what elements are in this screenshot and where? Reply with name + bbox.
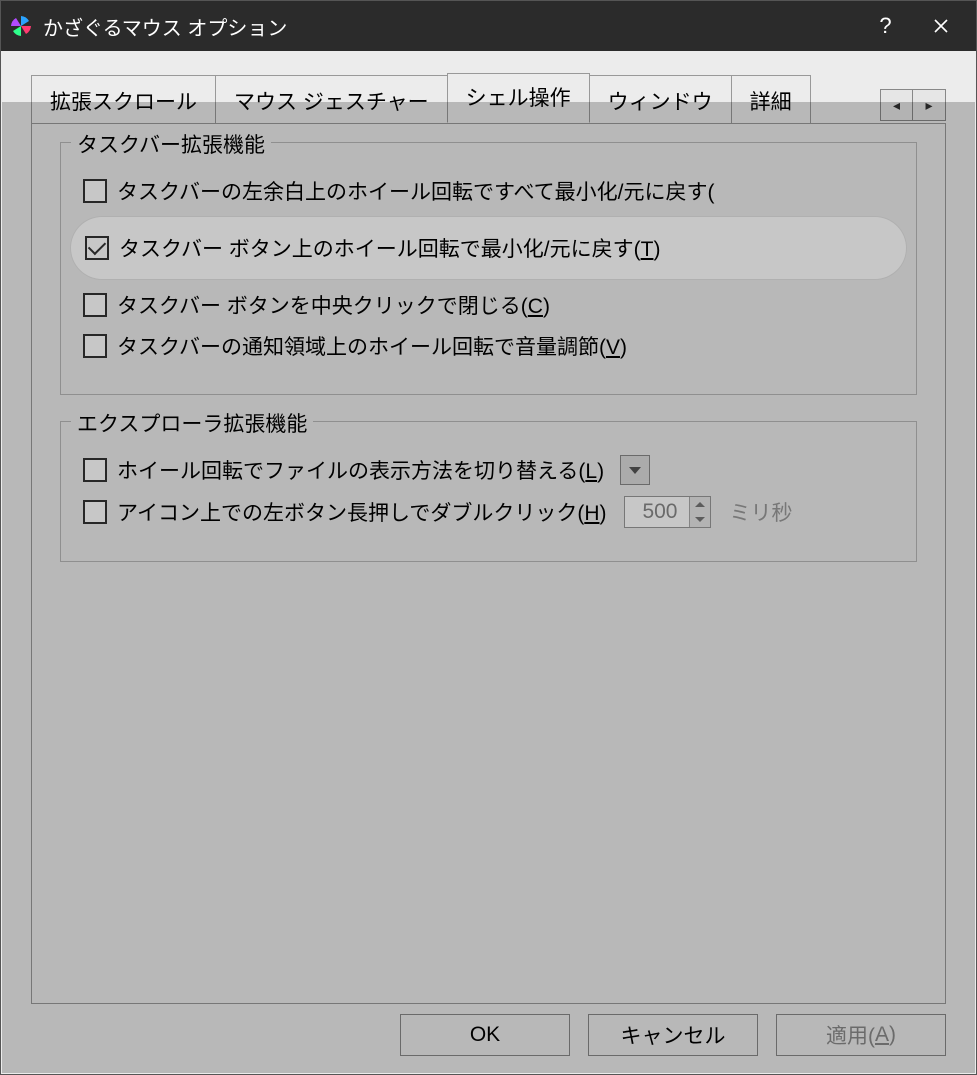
titlebar: かざぐるマウス オプション ?: [1, 1, 976, 51]
opt-label: タスクバーの左余白上のホイール回転ですべて最小化/元に戻す(: [117, 176, 714, 206]
checkbox-icon[interactable]: [83, 458, 107, 482]
dialog-window: かざぐるマウス オプション ? 拡張スクロール マウス ジェスチャー シェル操作…: [0, 0, 977, 1075]
app-pinwheel-icon: [9, 14, 33, 38]
tab-panel-shell: タスクバー拡張機能 タスクバーの左余白上のホイール回転ですべて最小化/元に戻す(…: [31, 123, 946, 1004]
window-title: かざぐるマウス オプション: [43, 12, 858, 41]
tab-extended-scroll[interactable]: 拡張スクロール: [31, 75, 216, 124]
opt-label: ホイール回転でファイルの表示方法を切り替える(L): [117, 455, 604, 485]
spinner-up-icon[interactable]: [690, 497, 710, 512]
delay-spinner[interactable]: 500: [624, 496, 711, 528]
checkbox-icon[interactable]: [83, 334, 107, 358]
checkbox-icon[interactable]: [85, 236, 109, 260]
group-taskbar-legend: タスクバー拡張機能: [71, 129, 271, 159]
dialog-buttons: OK キャンセル 適用(A): [31, 1014, 946, 1056]
client-area: 拡張スクロール マウス ジェスチャー シェル操作 ウィンドウ 詳細 ◂ ▸ タス…: [1, 51, 976, 1074]
tab-scroll-right-icon[interactable]: ▸: [913, 90, 945, 120]
checkbox-icon[interactable]: [83, 293, 107, 317]
opt-wheel-viewmode[interactable]: ホイール回転でファイルの表示方法を切り替える(L): [83, 455, 894, 485]
checkbox-icon[interactable]: [83, 500, 107, 524]
tab-scroll-left-icon[interactable]: ◂: [881, 90, 913, 120]
opt-label: タスクバーの通知領域上のホイール回転で音量調節(V): [117, 331, 627, 361]
tab-detail[interactable]: 詳細: [731, 75, 811, 124]
tab-shell[interactable]: シェル操作: [447, 73, 590, 123]
apply-button[interactable]: 適用(A): [776, 1014, 946, 1056]
cancel-button[interactable]: キャンセル: [588, 1014, 758, 1056]
delay-unit: ミリ秒: [729, 497, 792, 527]
group-explorer-legend: エクスプローラ拡張機能: [71, 408, 313, 438]
ok-button[interactable]: OK: [400, 1014, 570, 1056]
close-button[interactable]: [913, 1, 968, 51]
spinner-down-icon[interactable]: [690, 512, 710, 527]
checkbox-icon[interactable]: [83, 179, 107, 203]
opt-taskbar-middleclick-close[interactable]: タスクバー ボタンを中央クリックで閉じる(C): [83, 290, 894, 320]
group-explorer-ext: エクスプローラ拡張機能 ホイール回転でファイルの表示方法を切り替える(L) アイ…: [60, 421, 917, 562]
opt-label: タスクバー ボタン上のホイール回転で最小化/元に戻す(T): [119, 233, 660, 263]
opt-label: タスクバー ボタンを中央クリックで閉じる(C): [117, 290, 550, 320]
dropdown-button-icon[interactable]: [620, 455, 650, 485]
delay-value[interactable]: 500: [625, 497, 689, 527]
help-button[interactable]: ?: [858, 1, 913, 51]
opt-label: アイコン上での左ボタン長押しでダブルクリック(H): [117, 497, 606, 527]
opt-tray-wheel-volume[interactable]: タスクバーの通知領域上のホイール回転で音量調節(V): [83, 331, 894, 361]
opt-longpress-dblclick[interactable]: アイコン上での左ボタン長押しでダブルクリック(H) 500 ミリ秒: [83, 496, 894, 528]
tab-window[interactable]: ウィンドウ: [589, 75, 732, 124]
tab-row: 拡張スクロール マウス ジェスチャー シェル操作 ウィンドウ 詳細 ◂ ▸: [31, 73, 946, 123]
opt-taskbar-leftmargin-wheel[interactable]: タスクバーの左余白上のホイール回転ですべて最小化/元に戻す(: [83, 176, 894, 206]
tab-scroll-buttons: ◂ ▸: [880, 89, 946, 121]
spinner-arrows: [689, 497, 710, 527]
group-taskbar-ext: タスクバー拡張機能 タスクバーの左余白上のホイール回転ですべて最小化/元に戻す(…: [60, 142, 917, 395]
tab-mouse-gesture[interactable]: マウス ジェスチャー: [215, 75, 448, 124]
opt-taskbar-button-wheel[interactable]: タスクバー ボタン上のホイール回転で最小化/元に戻す(T): [71, 217, 906, 279]
